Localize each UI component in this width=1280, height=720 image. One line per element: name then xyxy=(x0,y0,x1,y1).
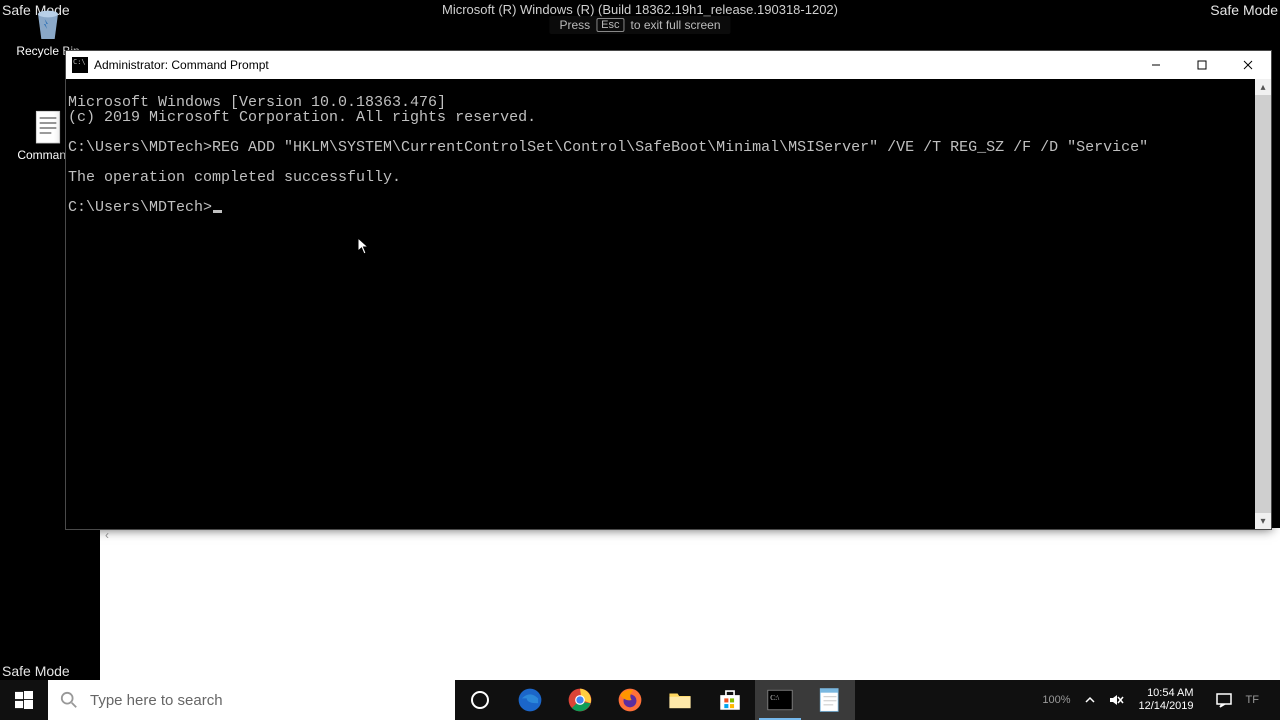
task-icons: C:\ xyxy=(455,680,855,720)
cmd-result-line: The operation completed successfully. xyxy=(68,170,1253,185)
tray-notifications[interactable] xyxy=(1204,691,1244,709)
scroll-left-icon[interactable]: ‹ xyxy=(100,528,114,542)
fullscreen-hint-post: to exit full screen xyxy=(630,18,720,32)
tray-right-text: TF xyxy=(1246,694,1265,706)
command-prompt-window[interactable]: Administrator: Command Prompt Microsoft … xyxy=(65,50,1272,530)
notification-icon xyxy=(1215,691,1233,709)
desktop[interactable]: Safe Mode Safe Mode Safe Mode Microsoft … xyxy=(0,0,1280,720)
safe-mode-top-right: Safe Mode xyxy=(1210,2,1278,18)
edge-icon xyxy=(517,687,543,713)
tray-chevron-up[interactable] xyxy=(1078,680,1102,720)
tray-clock[interactable]: 10:54 AM 12/14/2019 xyxy=(1130,687,1201,713)
firefox-icon xyxy=(617,687,643,713)
scroll-up-icon[interactable]: ▴ xyxy=(1255,79,1271,95)
chevron-up-icon xyxy=(1085,695,1095,705)
start-button[interactable] xyxy=(0,680,48,720)
tray-volume[interactable] xyxy=(1104,680,1128,720)
cmd-scrollbar[interactable]: ▴ ▾ xyxy=(1255,79,1271,529)
scroll-thumb[interactable] xyxy=(1255,95,1271,513)
chrome-icon xyxy=(567,687,593,713)
cortana-button[interactable] xyxy=(455,680,505,720)
folder-icon xyxy=(667,687,693,713)
fullscreen-hint: Press Esc to exit full screen xyxy=(549,16,730,34)
minimize-button[interactable] xyxy=(1133,51,1179,79)
maximize-button[interactable] xyxy=(1179,51,1225,79)
taskbar[interactable]: Type here to search xyxy=(0,680,1280,720)
tray-time: 10:54 AM xyxy=(1147,687,1193,700)
notepad-icon xyxy=(818,687,842,713)
cmd-icon: C:\ xyxy=(767,689,793,711)
text-cursor-icon xyxy=(213,210,222,213)
cmd-prompt-line[interactable]: C:\Users\MDTech> xyxy=(68,200,1253,215)
close-button[interactable] xyxy=(1225,51,1271,79)
cmd-body[interactable]: Microsoft Windows [Version 10.0.18363.47… xyxy=(66,79,1271,529)
recycle-bin-glyph xyxy=(28,4,68,44)
search-icon xyxy=(60,691,78,709)
text-doc-glyph xyxy=(28,108,68,148)
taskbar-file-explorer[interactable] xyxy=(655,680,705,720)
search-box[interactable]: Type here to search xyxy=(48,680,455,720)
cmd-icon xyxy=(72,57,88,73)
safe-mode-bottom-left: Safe Mode xyxy=(2,663,70,679)
search-placeholder: Type here to search xyxy=(90,692,223,709)
background-window[interactable]: ‹ xyxy=(100,528,1280,681)
taskbar-cmd[interactable]: C:\ xyxy=(755,680,805,720)
store-icon xyxy=(717,687,743,713)
windows-logo-icon xyxy=(15,691,33,709)
taskbar-chrome[interactable] xyxy=(555,680,605,720)
cmd-command-line: C:\Users\MDTech>REG ADD "HKLM\SYSTEM\Cur… xyxy=(68,140,1253,155)
cmd-version-line: Microsoft Windows [Version 10.0.18363.47… xyxy=(68,95,1253,110)
taskbar-notepad[interactable] xyxy=(805,680,855,720)
tray-zoom: 100% xyxy=(1042,694,1076,706)
cmd-copyright-line: (c) 2019 Microsoft Corporation. All righ… xyxy=(68,110,1253,125)
esc-key-icon: Esc xyxy=(596,18,624,32)
taskbar-ms-store[interactable] xyxy=(705,680,755,720)
cmd-titlebar[interactable]: Administrator: Command Prompt xyxy=(66,51,1271,79)
fullscreen-hint-pre: Press xyxy=(559,18,590,32)
scroll-down-icon[interactable]: ▾ xyxy=(1255,513,1271,529)
svg-text:C:\: C:\ xyxy=(770,693,780,702)
circle-icon xyxy=(470,690,490,710)
taskbar-edge[interactable] xyxy=(505,680,555,720)
build-label: Microsoft (R) Windows (R) (Build 18362.1… xyxy=(442,2,838,17)
system-tray[interactable]: 100% 10:54 AM 12/14/2019 xyxy=(1042,680,1280,720)
volume-muted-icon xyxy=(1108,692,1124,708)
tray-date: 12/14/2019 xyxy=(1138,700,1193,713)
taskbar-firefox[interactable] xyxy=(605,680,655,720)
cmd-text-area[interactable]: Microsoft Windows [Version 10.0.18363.47… xyxy=(66,79,1255,529)
cmd-title: Administrator: Command Prompt xyxy=(94,58,1133,72)
scroll-track[interactable] xyxy=(1255,95,1271,513)
